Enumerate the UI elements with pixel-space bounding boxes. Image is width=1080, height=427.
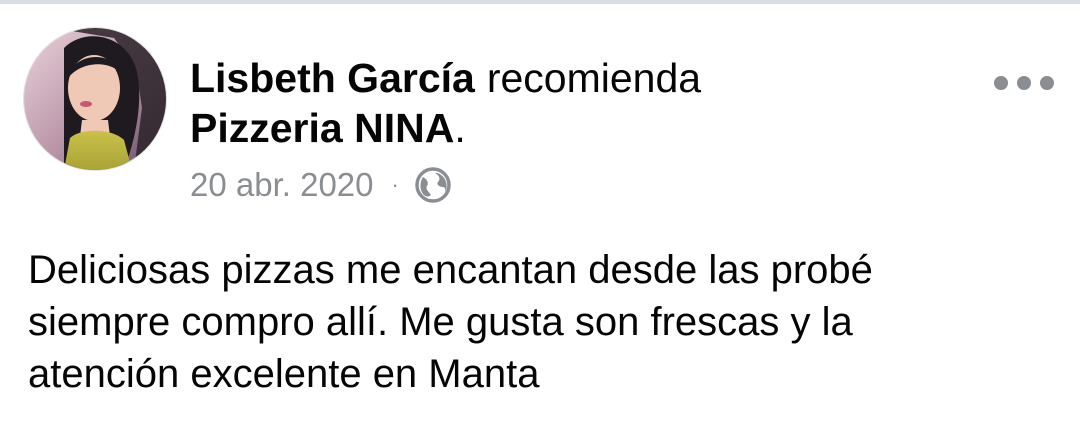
more-options-icon[interactable] — [994, 70, 1054, 96]
post-body-line: Deliciosas pizzas me encantan desde las … — [28, 248, 873, 292]
more-dot — [994, 76, 1008, 90]
more-dot — [1017, 76, 1031, 90]
post-meta: 20 abr. 2020 · — [190, 165, 451, 205]
author-name[interactable]: Lisbeth García — [190, 55, 475, 101]
globe-icon[interactable] — [415, 167, 451, 203]
page-suffix: . — [454, 105, 466, 151]
avatar-photo — [24, 28, 166, 170]
recommendation-post: Lisbeth García recomienda Pizzeria NINA. … — [0, 4, 1080, 427]
post-body: Deliciosas pizzas me encantan desde las … — [28, 244, 1058, 400]
post-header: Lisbeth García recomienda Pizzeria NINA. — [190, 53, 970, 153]
more-dot — [1040, 76, 1054, 90]
page-name-link[interactable]: Pizzeria NINA — [190, 105, 454, 151]
post-date[interactable]: 20 abr. 2020 — [190, 166, 374, 204]
post-body-line: atención excelente en Manta — [28, 352, 540, 396]
meta-separator: · — [391, 172, 399, 197]
author-avatar[interactable] — [24, 28, 166, 170]
post-body-line: siempre compro allí. Me gusta son fresca… — [28, 300, 853, 344]
action-verb: recomienda — [486, 55, 702, 101]
